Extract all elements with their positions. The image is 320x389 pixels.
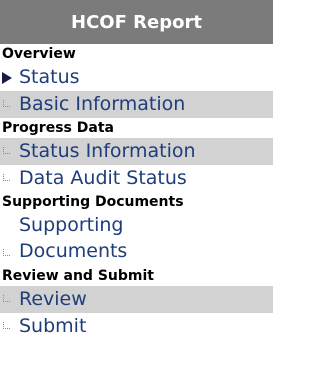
nav-item-submit[interactable]: Submit: [0, 313, 273, 340]
nav-item-label[interactable]: Status: [19, 64, 80, 91]
nav-item-label[interactable]: Data Audit Status: [19, 165, 187, 192]
nav-item-basic-information[interactable]: Basic Information: [0, 91, 273, 118]
nav-item-supporting-documents[interactable]: Supporting Documents: [0, 212, 273, 266]
section-heading-overview: Overview: [2, 46, 76, 62]
nav-title: HCOF Report: [71, 11, 202, 33]
section-heading-supporting-documents: Supporting Documents: [2, 194, 184, 210]
nav-item-review[interactable]: Review: [0, 286, 273, 313]
tree-dots-icon: [3, 249, 10, 256]
tree-dots-icon: [3, 322, 10, 329]
nav-item-label[interactable]: Review: [19, 286, 87, 313]
tree-dots-icon: [3, 100, 10, 107]
nav-item-label[interactable]: Supporting Documents: [19, 212, 169, 264]
report-navigation: HCOF Report Overview Status Basic Inform…: [0, 0, 273, 389]
tree-dots-icon: [3, 147, 10, 154]
tree-dots-icon: [3, 295, 10, 302]
nav-item-label[interactable]: Submit: [19, 313, 86, 340]
section-heading-review-and-submit: Review and Submit: [2, 268, 154, 284]
nav-item-label[interactable]: Status Information: [19, 138, 196, 165]
nav-item-label[interactable]: Basic Information: [19, 91, 185, 118]
section-heading-progress-data: Progress Data: [2, 120, 114, 136]
nav-header: HCOF Report: [0, 0, 273, 44]
nav-item-status[interactable]: Status: [0, 64, 273, 91]
nav-item-status-information[interactable]: Status Information: [0, 138, 273, 165]
nav-item-data-audit-status[interactable]: Data Audit Status: [0, 165, 273, 192]
tree-dots-icon: [3, 174, 10, 181]
current-page-arrow-icon: [2, 72, 12, 84]
